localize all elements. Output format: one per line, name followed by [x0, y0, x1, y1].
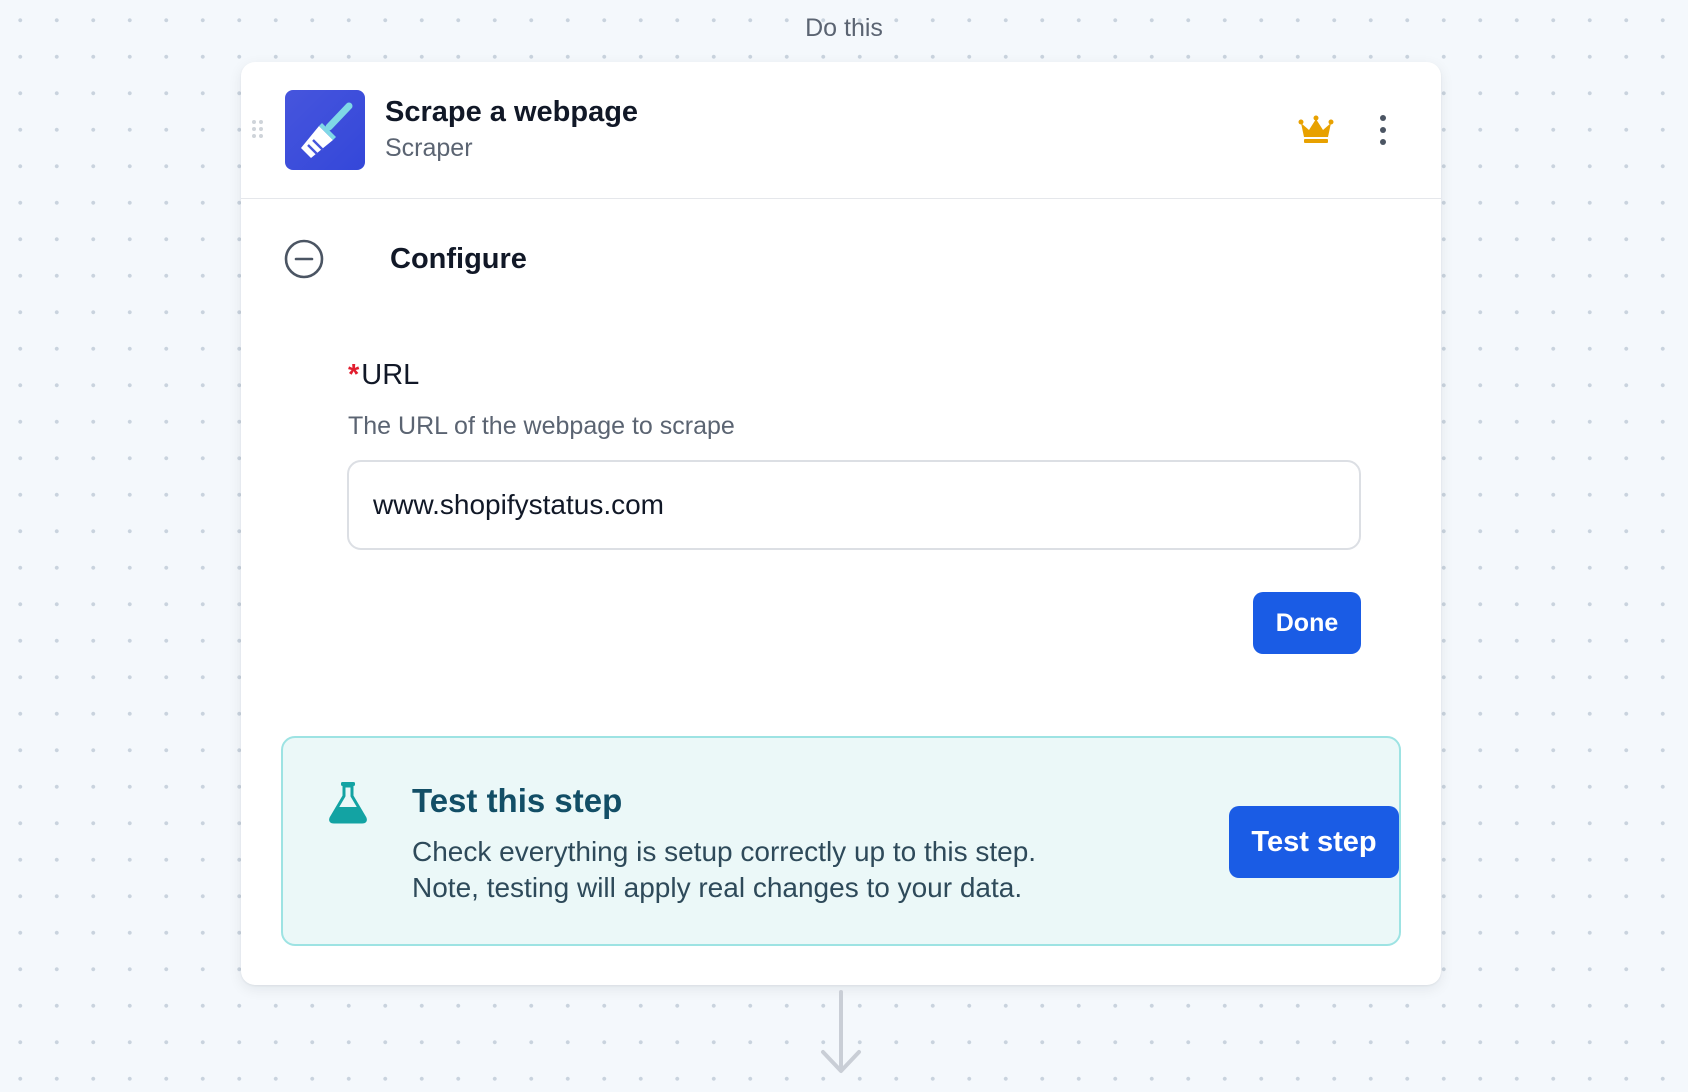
configure-label: Configure — [390, 243, 527, 275]
step-card: Scrape a webpage Scraper Configure *URL … — [241, 62, 1441, 985]
test-step-button[interactable]: Test step — [1229, 806, 1399, 878]
done-button[interactable]: Done — [1253, 592, 1361, 654]
arrow-down-icon — [818, 988, 864, 1078]
required-marker: * — [348, 359, 360, 391]
url-input[interactable] — [347, 460, 1361, 550]
test-step-panel: Test this step Check everything is setup… — [281, 736, 1401, 946]
broom-icon — [285, 90, 365, 170]
url-field-help: The URL of the webpage to scrape — [348, 412, 735, 440]
section-label: Do this — [805, 14, 883, 42]
more-vertical-icon — [1380, 115, 1386, 145]
flask-icon — [326, 780, 370, 824]
minus-circle-icon[interactable] — [284, 239, 324, 279]
crown-icon — [1298, 114, 1334, 144]
step-title: Scrape a webpage — [385, 96, 639, 128]
test-step-description: Check everything is setup correctly up t… — [412, 834, 1036, 906]
drag-handle-icon[interactable] — [250, 118, 266, 140]
test-step-title: Test this step — [412, 782, 623, 819]
test-desc-line-1: Check everything is setup correctly up t… — [412, 836, 1037, 867]
test-desc-line-2: Note, testing will apply real changes to… — [412, 872, 1023, 903]
step-header: Scrape a webpage Scraper — [241, 62, 1441, 199]
url-label-text: URL — [361, 359, 420, 391]
url-field-label: *URL — [348, 359, 419, 392]
more-options-button[interactable] — [1368, 110, 1398, 150]
step-subtitle: Scraper — [385, 134, 473, 162]
